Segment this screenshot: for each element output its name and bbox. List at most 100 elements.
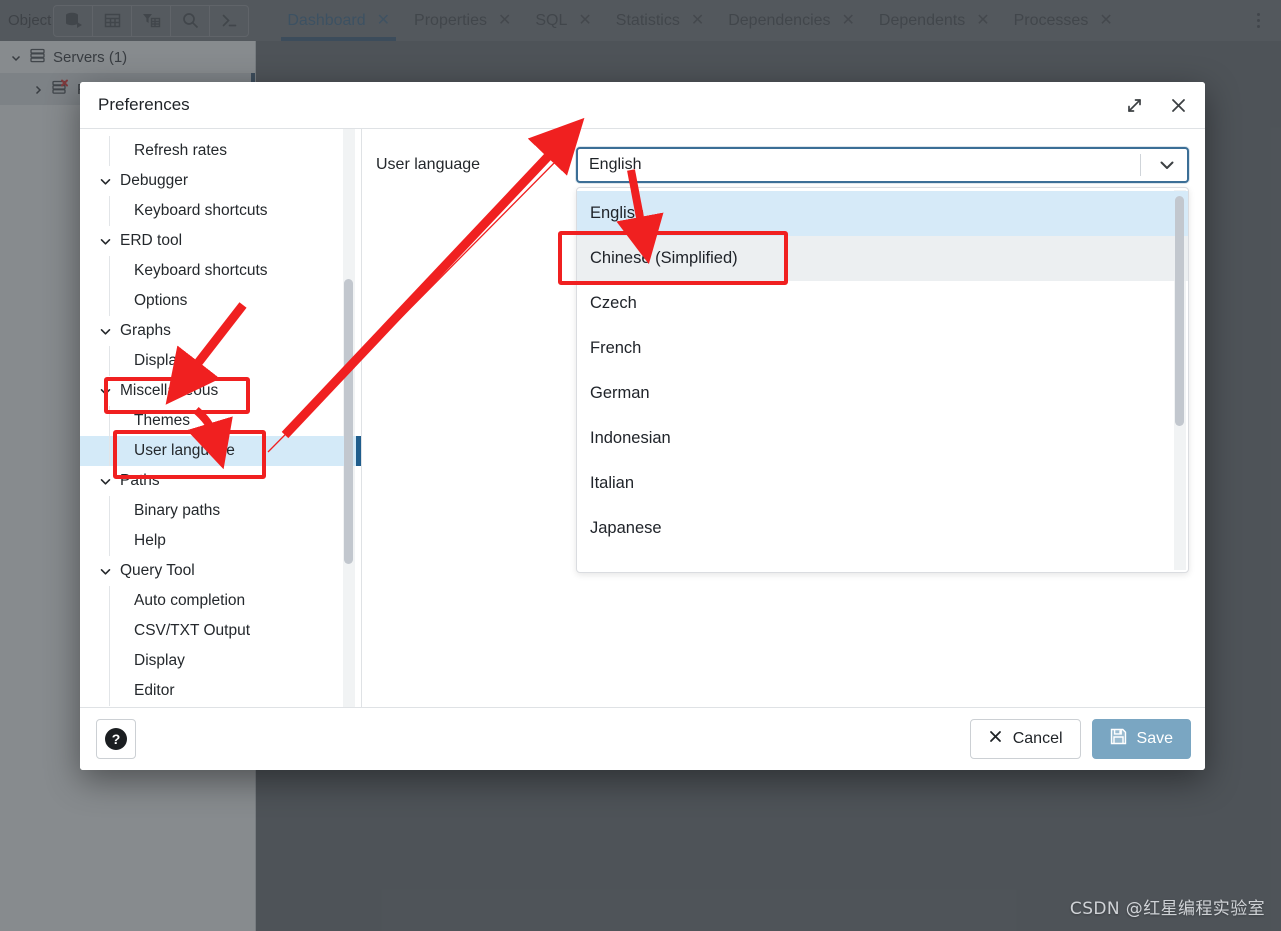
table-icon[interactable] xyxy=(93,5,133,36)
object-explorer-label: Object xyxy=(8,12,52,29)
option-label: French xyxy=(590,339,642,357)
floppy-save-icon xyxy=(1110,728,1127,750)
option-label: Japanese xyxy=(590,519,662,537)
expand-diagonal-icon[interactable] xyxy=(1121,92,1147,118)
tree-row-servers[interactable]: Servers (1) xyxy=(0,41,255,73)
dropdown-option-english[interactable]: English xyxy=(577,191,1188,236)
tab-properties[interactable]: Properties ✕ xyxy=(402,0,523,41)
tab-sql[interactable]: SQL ✕ xyxy=(523,0,603,41)
tree-item-label: Display xyxy=(134,352,185,369)
filter-table-icon[interactable] xyxy=(132,5,172,36)
chevron-down-icon xyxy=(99,175,112,188)
search-icon[interactable] xyxy=(171,5,211,36)
user-language-dropdown-menu: English Chinese (Simplified) Czech Frenc… xyxy=(576,187,1189,573)
tree-item-label: Paths xyxy=(120,472,160,489)
tab-close-icon[interactable]: ✕ xyxy=(1099,12,1112,29)
question-mark-glyph: ? xyxy=(105,728,127,750)
option-label: Chinese (Simplified) xyxy=(590,249,738,267)
dropdown-option-czech[interactable]: Czech xyxy=(577,281,1188,326)
chevron-down-icon[interactable] xyxy=(1153,156,1181,174)
tree-item-label: Editor xyxy=(134,682,175,699)
dropdown-option-french[interactable]: French xyxy=(577,326,1188,371)
more-vertical-icon[interactable] xyxy=(1241,0,1275,41)
chevron-down-icon xyxy=(99,235,112,248)
tab-dependencies[interactable]: Dependencies ✕ xyxy=(716,0,867,41)
dialog-footer: ? Cancel Save xyxy=(80,707,1205,770)
dialog-header: Preferences xyxy=(80,82,1205,129)
tree-item-query-tool[interactable]: Query Tool xyxy=(80,556,361,586)
tab-close-icon[interactable]: ✕ xyxy=(976,12,989,29)
tree-item-erd-tool[interactable]: ERD tool xyxy=(80,226,361,256)
preferences-content-pane: User language English English Chinese (S… xyxy=(362,129,1205,707)
tab-dashboard[interactable]: Dashboard ✕ xyxy=(275,0,402,41)
tree-item-erd-keyboard-shortcuts[interactable]: Keyboard shortcuts xyxy=(80,256,361,286)
preferences-category-tree: Refresh rates Debugger Keyboard shortcut… xyxy=(80,129,362,707)
cancel-button[interactable]: Cancel xyxy=(969,719,1081,759)
tree-item-label: Query Tool xyxy=(120,562,195,579)
tree-item-label: Keyboard shortcuts xyxy=(134,202,268,219)
dialog-header-actions xyxy=(1121,92,1191,118)
tab-close-icon[interactable]: ✕ xyxy=(498,12,511,29)
tree-item-auto-completion[interactable]: Auto completion xyxy=(80,586,361,616)
user-language-select[interactable]: English xyxy=(576,147,1189,183)
tab-label: SQL xyxy=(535,11,568,29)
tab-label: Dependencies xyxy=(728,11,831,29)
footer-actions: Cancel Save xyxy=(969,719,1191,759)
tree-item-label: Auto completion xyxy=(134,592,246,609)
dropdown-option-chinese-simplified[interactable]: Chinese (Simplified) xyxy=(577,236,1188,281)
chevron-right-icon xyxy=(32,83,44,95)
tree-item-label: Refresh rates xyxy=(134,142,228,159)
tree-item-binary-paths[interactable]: Binary paths xyxy=(80,496,361,526)
save-button-label: Save xyxy=(1136,730,1173,747)
top-toolbar: Object Dashboard ✕ Properties ✕ SQL ✕ St… xyxy=(0,0,1281,41)
tree-item-help[interactable]: Help xyxy=(80,526,361,556)
watermark: CSDN @红星编程实验室 xyxy=(1069,899,1265,919)
help-question-icon[interactable]: ? xyxy=(96,719,136,759)
server-group-icon xyxy=(29,48,46,67)
cancel-button-label: Cancel xyxy=(1012,730,1063,747)
dropdown-option-german[interactable]: German xyxy=(577,371,1188,416)
tree-item-erd-options[interactable]: Options xyxy=(80,286,361,316)
tab-processes[interactable]: Processes ✕ xyxy=(1002,0,1125,41)
close-icon[interactable] xyxy=(1165,92,1191,118)
tree-item-miscellaneous[interactable]: Miscellaneous xyxy=(80,376,361,406)
tree-item-label: CSV/TXT Output xyxy=(134,622,251,639)
dropdown-option-indonesian[interactable]: Indonesian xyxy=(577,416,1188,461)
tree-item-label: Miscellaneous xyxy=(120,382,219,399)
tab-close-icon[interactable]: ✕ xyxy=(578,12,591,29)
tree-item-themes[interactable]: Themes xyxy=(80,406,361,436)
tree-item-query-tool-display[interactable]: Display xyxy=(80,646,361,676)
tab-statistics[interactable]: Statistics ✕ xyxy=(604,0,716,41)
tree-item-label: Display xyxy=(134,652,185,669)
tree-item-refresh-rates[interactable]: Refresh rates xyxy=(80,136,361,166)
tree-item-csv-txt-output[interactable]: CSV/TXT Output xyxy=(80,616,361,646)
tree-item-graphs[interactable]: Graphs xyxy=(80,316,361,346)
terminal-icon[interactable] xyxy=(210,6,248,36)
dropdown-option-japanese[interactable]: Japanese xyxy=(577,506,1188,551)
user-language-field-row: User language English English Chinese (S… xyxy=(373,147,1189,573)
sidebar-scrollbar-thumb[interactable] xyxy=(344,279,353,564)
tab-label: Statistics xyxy=(615,11,680,29)
toolbar-button-group xyxy=(53,4,250,37)
tree-item-debugger-keyboard-shortcuts[interactable]: Keyboard shortcuts xyxy=(80,196,361,226)
tree-item-paths[interactable]: Paths xyxy=(80,466,361,496)
dropdown-scrollbar-thumb[interactable] xyxy=(1175,196,1184,426)
user-language-select-wrapper: English English Chinese (Simplified) Cze… xyxy=(576,147,1189,573)
tab-close-icon[interactable]: ✕ xyxy=(842,12,855,29)
tree-item-graphs-display[interactable]: Display xyxy=(80,346,361,376)
tree-row-label: Servers (1) xyxy=(53,48,128,66)
tree-item-label: Help xyxy=(134,532,166,549)
tab-dependents[interactable]: Dependents ✕ xyxy=(867,0,1002,41)
tab-label: Properties xyxy=(414,11,487,29)
tree-item-editor[interactable]: Editor xyxy=(80,676,361,706)
tree-item-user-language[interactable]: User language xyxy=(80,436,361,466)
tree-item-label: User language xyxy=(134,442,235,459)
dropdown-option-italian[interactable]: Italian xyxy=(577,461,1188,506)
tree-item-label: Keyboard shortcuts xyxy=(134,262,268,279)
server-icon[interactable] xyxy=(54,5,94,36)
chevron-down-icon xyxy=(99,475,112,488)
tree-item-debugger[interactable]: Debugger xyxy=(80,166,361,196)
save-button[interactable]: Save xyxy=(1091,719,1191,759)
tab-close-icon[interactable]: ✕ xyxy=(377,12,390,29)
tab-close-icon[interactable]: ✕ xyxy=(691,12,704,29)
